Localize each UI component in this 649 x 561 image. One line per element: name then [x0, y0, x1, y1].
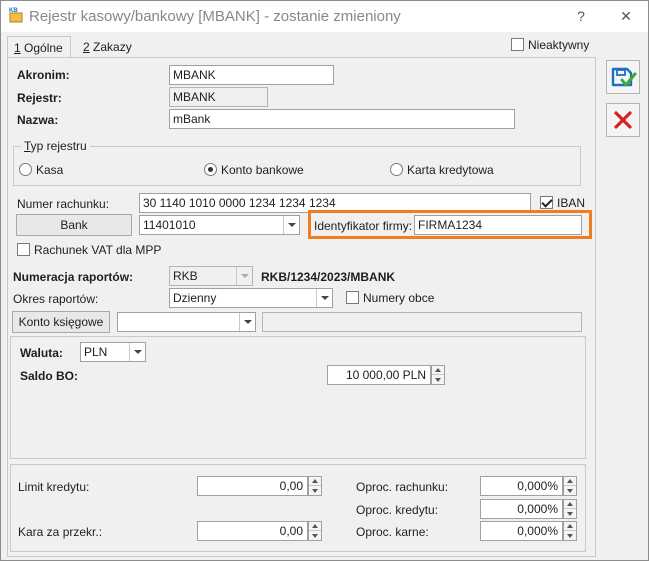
penalty-interest-input[interactable]: 0,000%: [480, 521, 563, 541]
penalty-interest-spinner[interactable]: [563, 521, 577, 541]
register-type-legend-key: T: [24, 139, 31, 153]
period-dropdown-arrow-icon[interactable]: [316, 289, 332, 307]
ledger-account-dropdown-arrow-icon[interactable]: [239, 313, 255, 331]
period-label: Okres raportów:: [13, 292, 99, 306]
inactive-checkbox[interactable]: [511, 38, 524, 51]
numbering-dropdown-arrow-icon: [236, 267, 252, 285]
akronim-label: Akronim:: [17, 68, 70, 82]
shared-numbers-checkbox[interactable]: [346, 291, 359, 304]
akronim-input[interactable]: MBANK: [169, 65, 334, 85]
credit-interest-spinner[interactable]: [563, 499, 577, 519]
spin-up-icon[interactable]: [432, 366, 444, 375]
register-type-legend-rest: yp rejestru: [30, 139, 87, 153]
ledger-account-select[interactable]: [117, 312, 256, 332]
numbering-pattern: RKB/1234/2023/MBANK: [261, 270, 396, 284]
account-interest-label: Oproc. rachunku:: [356, 480, 449, 494]
ledger-account-description: [262, 312, 582, 332]
bank-select[interactable]: 11401010: [139, 215, 300, 235]
credit-interest-input[interactable]: 0,000%: [480, 499, 563, 519]
nazwa-input[interactable]: mBank: [169, 109, 515, 129]
tab-restrictions-key: 2: [83, 40, 90, 54]
penalty-interest-label: Oproc. karne:: [356, 525, 429, 539]
account-number-label: Numer rachunku:: [17, 197, 110, 211]
account-interest-input[interactable]: 0,000%: [480, 476, 563, 496]
spin-up-icon[interactable]: [309, 522, 321, 531]
app-icon: KB: [9, 7, 23, 23]
penalty-input[interactable]: 0,00: [197, 521, 308, 541]
rejestr-input: MBANK: [169, 87, 268, 107]
radio-konto-bankowe-label: Konto bankowe: [221, 163, 304, 177]
account-interest-spinner[interactable]: [563, 476, 577, 496]
credit-limit-label: Limit kredytu:: [18, 480, 90, 494]
spin-up-icon[interactable]: [564, 522, 576, 531]
nazwa-label: Nazwa:: [17, 113, 59, 127]
company-id-input[interactable]: FIRMA1234: [414, 215, 582, 235]
currency-select[interactable]: PLN: [80, 342, 146, 362]
penalty-spinner[interactable]: [308, 521, 322, 541]
register-type-legend: Typ rejestru: [21, 139, 90, 153]
bank-select-value: 11401010: [143, 218, 196, 232]
spin-down-icon[interactable]: [564, 509, 576, 518]
currency-label: Waluta:: [20, 346, 63, 360]
company-id-label: Identyfikator firmy:: [314, 219, 413, 233]
rejestr-label: Rejestr:: [17, 91, 62, 105]
spin-down-icon[interactable]: [309, 486, 321, 495]
currency-select-value: PLN: [84, 345, 108, 359]
app-icon-text: KB: [9, 8, 18, 14]
tab-restrictions-label: Zakazy: [89, 40, 132, 54]
ledger-account-button[interactable]: Konto księgowe: [12, 311, 110, 333]
iban-checkbox[interactable]: [540, 196, 553, 209]
radio-kasa[interactable]: [19, 163, 32, 176]
dialog-window: KB Rejestr kasowy/bankowy [MBANK] - zost…: [0, 0, 649, 561]
spin-down-icon[interactable]: [564, 531, 576, 540]
penalty-label: Kara za przekr.:: [18, 525, 103, 539]
radio-karta-kredytowa-label: Karta kredytowa: [407, 163, 494, 177]
close-button[interactable]: ✕: [615, 5, 637, 27]
radio-karta-kredytowa[interactable]: [390, 163, 403, 176]
radio-konto-bankowe[interactable]: [204, 163, 217, 176]
credit-limit-input[interactable]: 0,00: [197, 476, 308, 496]
spin-down-icon[interactable]: [309, 531, 321, 540]
credit-interest-label: Oproc. kredytu:: [356, 503, 439, 517]
inactive-label: Nieaktywny: [528, 38, 590, 52]
currency-dropdown-arrow-icon[interactable]: [129, 343, 145, 361]
spin-up-icon[interactable]: [564, 500, 576, 509]
shared-numbers-label: Numery obce: [363, 291, 435, 305]
opening-balance-input[interactable]: 10 000,00 PLN: [327, 365, 431, 385]
cancel-x-icon: [614, 111, 632, 129]
period-select-value: Dzienny: [173, 291, 217, 305]
bank-dropdown-arrow-icon[interactable]: [283, 216, 299, 234]
opening-balance-spinner[interactable]: [431, 365, 445, 385]
bank-button[interactable]: Bank: [16, 214, 132, 236]
title-bar: KB Rejestr kasowy/bankowy [MBANK] - zost…: [1, 1, 648, 32]
numbering-scheme-select: RKB: [169, 266, 253, 286]
spin-up-icon[interactable]: [564, 477, 576, 486]
numbering-label: Numeracja raportów:: [13, 270, 134, 284]
radio-kasa-label: Kasa: [36, 163, 64, 177]
credit-limit-spinner[interactable]: [308, 476, 322, 496]
cancel-button[interactable]: [606, 103, 640, 137]
spin-down-icon[interactable]: [564, 486, 576, 495]
vat-mpp-checkbox[interactable]: [17, 243, 30, 256]
window-title: Rejestr kasowy/bankowy [MBANK] - zostani…: [29, 8, 401, 25]
spin-down-icon[interactable]: [432, 375, 444, 384]
tab-restrictions[interactable]: 2 Zakazy: [77, 36, 138, 58]
period-select[interactable]: Dzienny: [169, 288, 333, 308]
save-disk-icon: [611, 67, 637, 87]
numbering-scheme-value: RKB: [173, 269, 198, 283]
opening-balance-label: Saldo BO:: [20, 369, 79, 383]
save-button[interactable]: [606, 60, 640, 94]
tab-general-label: Ogólne: [20, 41, 63, 55]
spin-up-icon[interactable]: [309, 477, 321, 486]
vat-mpp-label: Rachunek VAT dla MPP: [34, 243, 162, 257]
help-button[interactable]: ?: [570, 5, 592, 27]
tab-general-key: 1: [14, 41, 21, 55]
iban-label: IBAN: [557, 196, 586, 210]
tab-general[interactable]: 1 Ogólne: [7, 36, 71, 58]
